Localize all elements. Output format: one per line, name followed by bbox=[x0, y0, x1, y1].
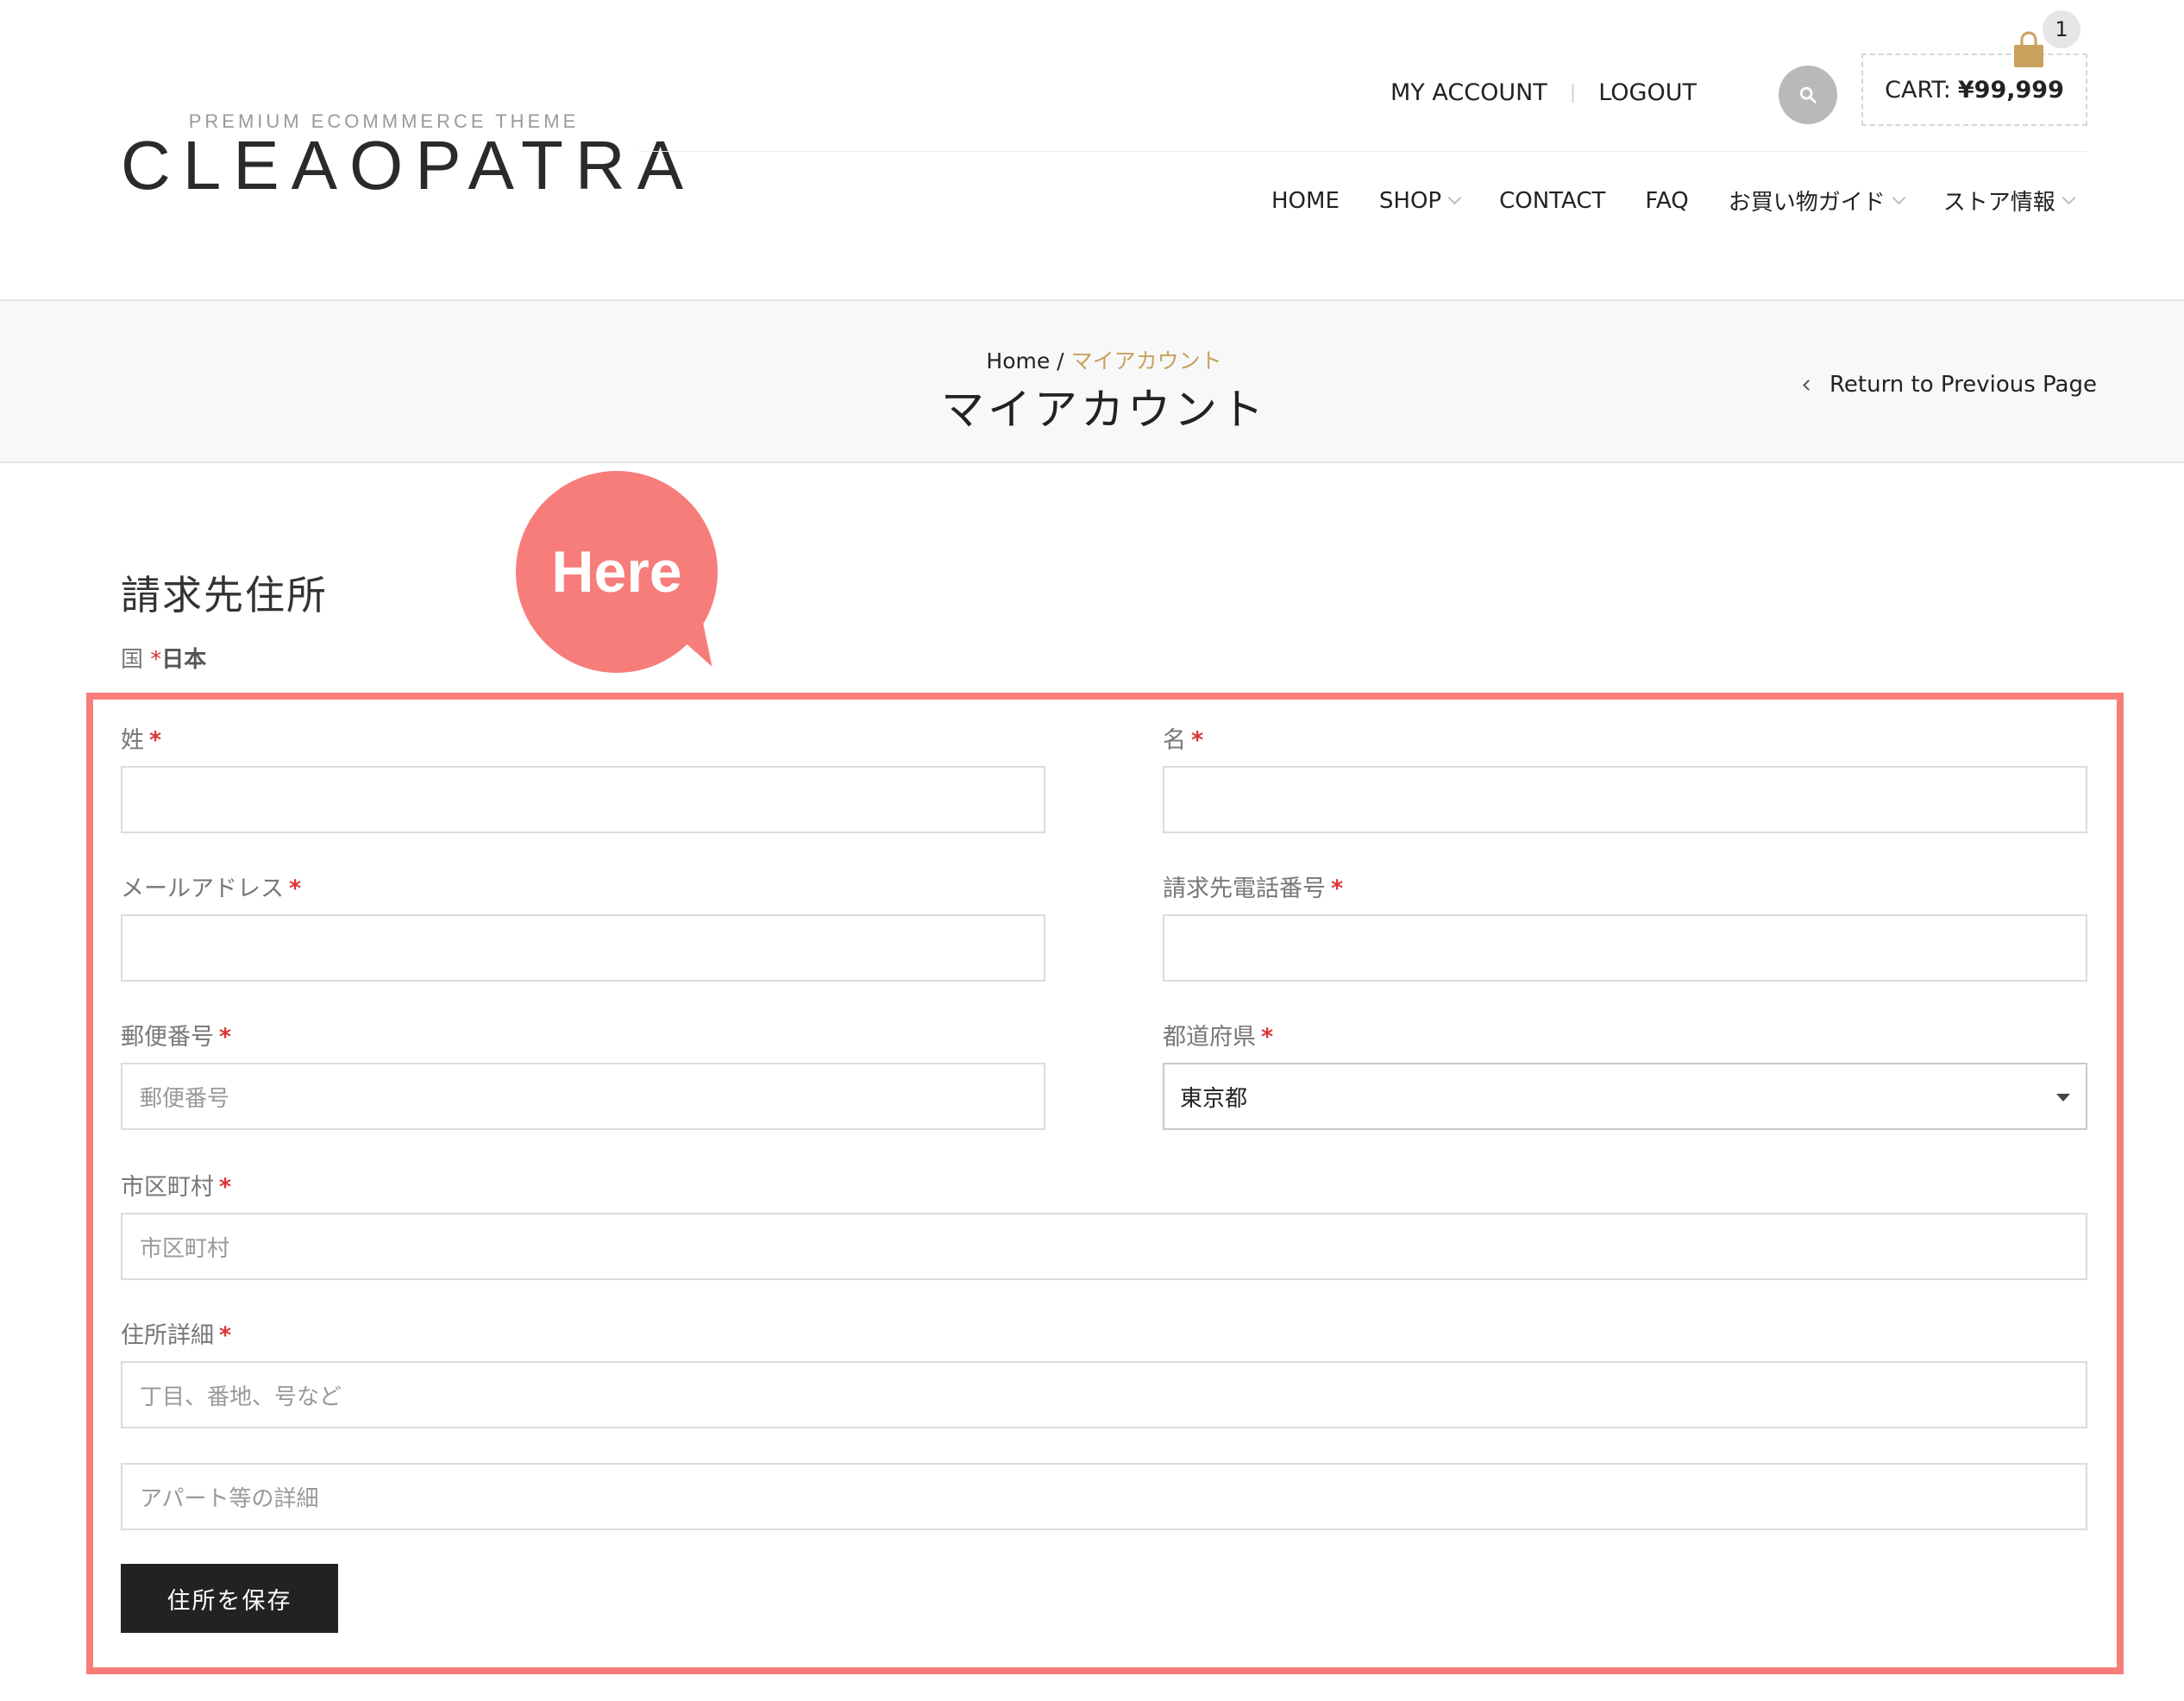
nav-label: CONTACT bbox=[1499, 187, 1606, 214]
cart-label: CART: bbox=[1885, 76, 1951, 104]
email-input[interactable] bbox=[121, 914, 1045, 982]
first-name-input[interactable] bbox=[1163, 766, 2087, 833]
country-value: 日本 bbox=[161, 647, 207, 673]
nav-label: SHOP bbox=[1378, 187, 1442, 214]
last-name-input[interactable] bbox=[121, 766, 1045, 833]
search-button[interactable] bbox=[1779, 66, 1837, 124]
prefecture-select[interactable]: 東京都 bbox=[1163, 1063, 2087, 1130]
nav-item-shop[interactable]: SHOP bbox=[1378, 187, 1462, 214]
required-mark: * bbox=[219, 1174, 232, 1201]
site-logo[interactable]: PREMIUM ECOMMMERCE THEME CLEAOPATRA bbox=[121, 110, 696, 204]
required-mark: * bbox=[1261, 1024, 1274, 1051]
header-divider bbox=[638, 151, 2087, 152]
link-separator: | bbox=[1569, 82, 1577, 104]
my-account-link[interactable]: MY ACCOUNT bbox=[1390, 79, 1547, 106]
nav-label: HOME bbox=[1271, 187, 1340, 214]
chevron-down-icon bbox=[1447, 191, 1462, 205]
cart-button[interactable]: CART: ¥99,999 bbox=[1861, 53, 2087, 126]
label-text: 住所詳細 bbox=[121, 1322, 214, 1349]
nav-label: ストア情報 bbox=[1942, 190, 2055, 216]
label-text: メールアドレス bbox=[121, 876, 284, 902]
postcode-label: 郵便番号 * bbox=[121, 1018, 231, 1051]
label-text: 市区町村 bbox=[121, 1174, 214, 1201]
city-input[interactable]: 市区町村 bbox=[121, 1213, 2087, 1280]
logo-wordmark: CLEAOPATRA bbox=[121, 127, 696, 204]
page-title-band: Home / マイアカウント マイアカウント Return to Previou… bbox=[0, 299, 2184, 463]
cart-count-badge: 1 bbox=[2043, 10, 2080, 48]
postcode-input[interactable]: 郵便番号 bbox=[121, 1063, 1045, 1130]
required-mark: * bbox=[1331, 876, 1344, 902]
chevron-down-icon bbox=[2062, 191, 2076, 205]
label-text: 請求先電話番号 bbox=[1163, 876, 1326, 902]
breadcrumb-separator: / bbox=[1050, 348, 1071, 373]
main-navigation: HOME SHOP CONTACT FAQ お買い物ガイド ストア情報 bbox=[1271, 185, 2076, 217]
billing-address-heading: 請求先住所 bbox=[121, 572, 328, 618]
country-row: 国 *日本 bbox=[121, 642, 206, 674]
first-name-label: 名 * bbox=[1163, 721, 1203, 755]
nav-item-contact[interactable]: CONTACT bbox=[1499, 188, 1605, 214]
city-label: 市区町村 * bbox=[121, 1168, 231, 1202]
nav-item-shopping-guide[interactable]: お買い物ガイド bbox=[1728, 185, 1906, 217]
here-annotation-bubble: Here bbox=[516, 471, 718, 673]
nav-label: FAQ bbox=[1645, 187, 1689, 214]
phone-label: 請求先電話番号 * bbox=[1163, 869, 1343, 903]
required-mark: * bbox=[1191, 727, 1204, 754]
dropdown-caret-icon bbox=[2056, 1094, 2070, 1102]
address-line2-input[interactable]: アパート等の詳細 bbox=[121, 1463, 2087, 1530]
required-mark: * bbox=[219, 1322, 232, 1349]
return-to-previous-link[interactable]: Return to Previous Page bbox=[1803, 372, 2097, 398]
prefecture-selected-value: 東京都 bbox=[1180, 1085, 1248, 1112]
required-mark: * bbox=[149, 727, 162, 754]
breadcrumb-home[interactable]: Home bbox=[986, 348, 1050, 373]
label-text: 名 bbox=[1163, 727, 1186, 754]
email-label: メールアドレス * bbox=[121, 869, 301, 903]
country-label: 国 bbox=[121, 647, 144, 673]
account-links: MY ACCOUNT | LOGOUT bbox=[1390, 79, 1697, 106]
label-text: 郵便番号 bbox=[121, 1024, 214, 1051]
label-text: 都道府県 bbox=[1163, 1024, 1256, 1051]
breadcrumb-current: マイアカウント bbox=[1070, 348, 1222, 373]
required-mark: * bbox=[289, 876, 302, 902]
nav-label: お買い物ガイド bbox=[1728, 190, 1886, 216]
prefecture-label: 都道府県 * bbox=[1163, 1018, 1273, 1051]
required-mark: * bbox=[150, 647, 162, 673]
logout-link[interactable]: LOGOUT bbox=[1598, 79, 1697, 106]
cart-total: ¥99,999 bbox=[1957, 76, 2064, 104]
shopping-bag-icon[interactable] bbox=[2011, 31, 2046, 69]
required-mark: * bbox=[219, 1024, 232, 1051]
last-name-label: 姓 * bbox=[121, 721, 161, 755]
chevron-left-icon bbox=[1803, 379, 1814, 391]
chevron-down-icon bbox=[1892, 191, 1906, 205]
breadcrumb: Home / マイアカウント bbox=[0, 344, 2184, 375]
save-address-button[interactable]: 住所を保存 bbox=[121, 1564, 338, 1633]
return-link-label: Return to Previous Page bbox=[1829, 372, 2097, 398]
address-detail-label: 住所詳細 * bbox=[121, 1316, 231, 1350]
label-text: 姓 bbox=[121, 727, 144, 754]
nav-item-home[interactable]: HOME bbox=[1271, 188, 1340, 214]
nav-item-faq[interactable]: FAQ bbox=[1645, 188, 1688, 214]
address-line1-input[interactable]: 丁目、番地、号など bbox=[121, 1361, 2087, 1428]
nav-item-store-info[interactable]: ストア情報 bbox=[1942, 185, 2076, 217]
phone-input[interactable] bbox=[1163, 914, 2087, 982]
search-icon bbox=[1799, 86, 1817, 104]
